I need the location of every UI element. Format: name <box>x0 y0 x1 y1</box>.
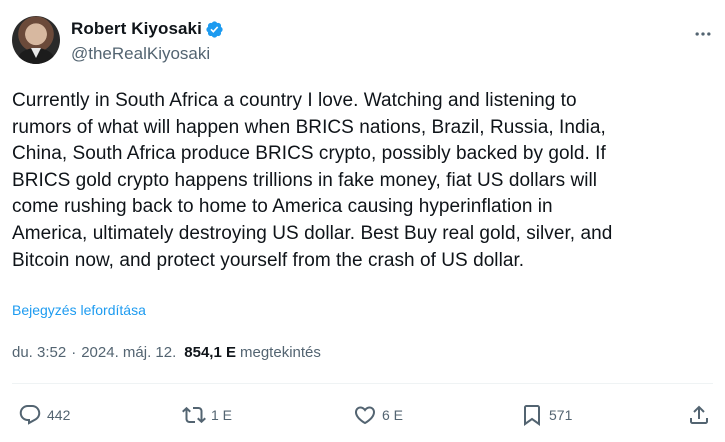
share-button[interactable] <box>687 398 711 432</box>
translate-post-link[interactable]: Bejegyzés lefordítása <box>12 301 146 319</box>
tweet-header: Robert Kiyosaki @theRealKiyosaki <box>12 12 713 68</box>
repost-button[interactable]: 1 E <box>182 398 232 432</box>
like-button[interactable]: 6 E <box>353 398 403 432</box>
views-count: 854,1 E <box>184 344 236 361</box>
verified-badge-icon[interactable] <box>205 20 224 39</box>
author-display-name[interactable]: Robert Kiyosaki <box>71 18 202 40</box>
reply-icon <box>19 405 41 425</box>
tweet-card: Robert Kiyosaki @theRealKiyosaki Current… <box>0 0 725 442</box>
like-count: 6 E <box>382 407 404 423</box>
tweet-date[interactable]: 2024. máj. 12. <box>81 343 176 363</box>
reply-button[interactable]: 442 <box>18 398 70 432</box>
action-bar: 442 1 E 6 E 571 <box>0 398 725 432</box>
share-icon <box>690 405 708 424</box>
reply-count: 442 <box>47 407 71 423</box>
repost-count: 1 E <box>211 407 233 423</box>
tweet-meta: du. 3:52 · 2024. máj. 12. 854,1 E megtek… <box>12 343 321 363</box>
author-names: Robert Kiyosaki @theRealKiyosaki <box>71 18 224 65</box>
tweet-text: Currently in South Africa a country I lo… <box>12 90 613 271</box>
heart-icon <box>354 406 376 425</box>
author-avatar[interactable] <box>12 16 60 64</box>
bookmark-count: 571 <box>549 407 573 423</box>
more-horizontal-icon[interactable] <box>693 24 713 44</box>
actions-divider <box>12 383 713 384</box>
views-label: megtekintés <box>240 344 321 361</box>
repost-icon <box>182 406 206 424</box>
meta-separator: · <box>71 344 77 361</box>
display-name-row: Robert Kiyosaki <box>71 18 224 40</box>
tweet-time[interactable]: du. 3:52 <box>12 343 66 363</box>
author-handle[interactable]: @theRealKiyosaki <box>71 43 224 65</box>
bookmark-button[interactable]: 571 <box>520 398 572 432</box>
bookmark-icon <box>524 405 540 426</box>
